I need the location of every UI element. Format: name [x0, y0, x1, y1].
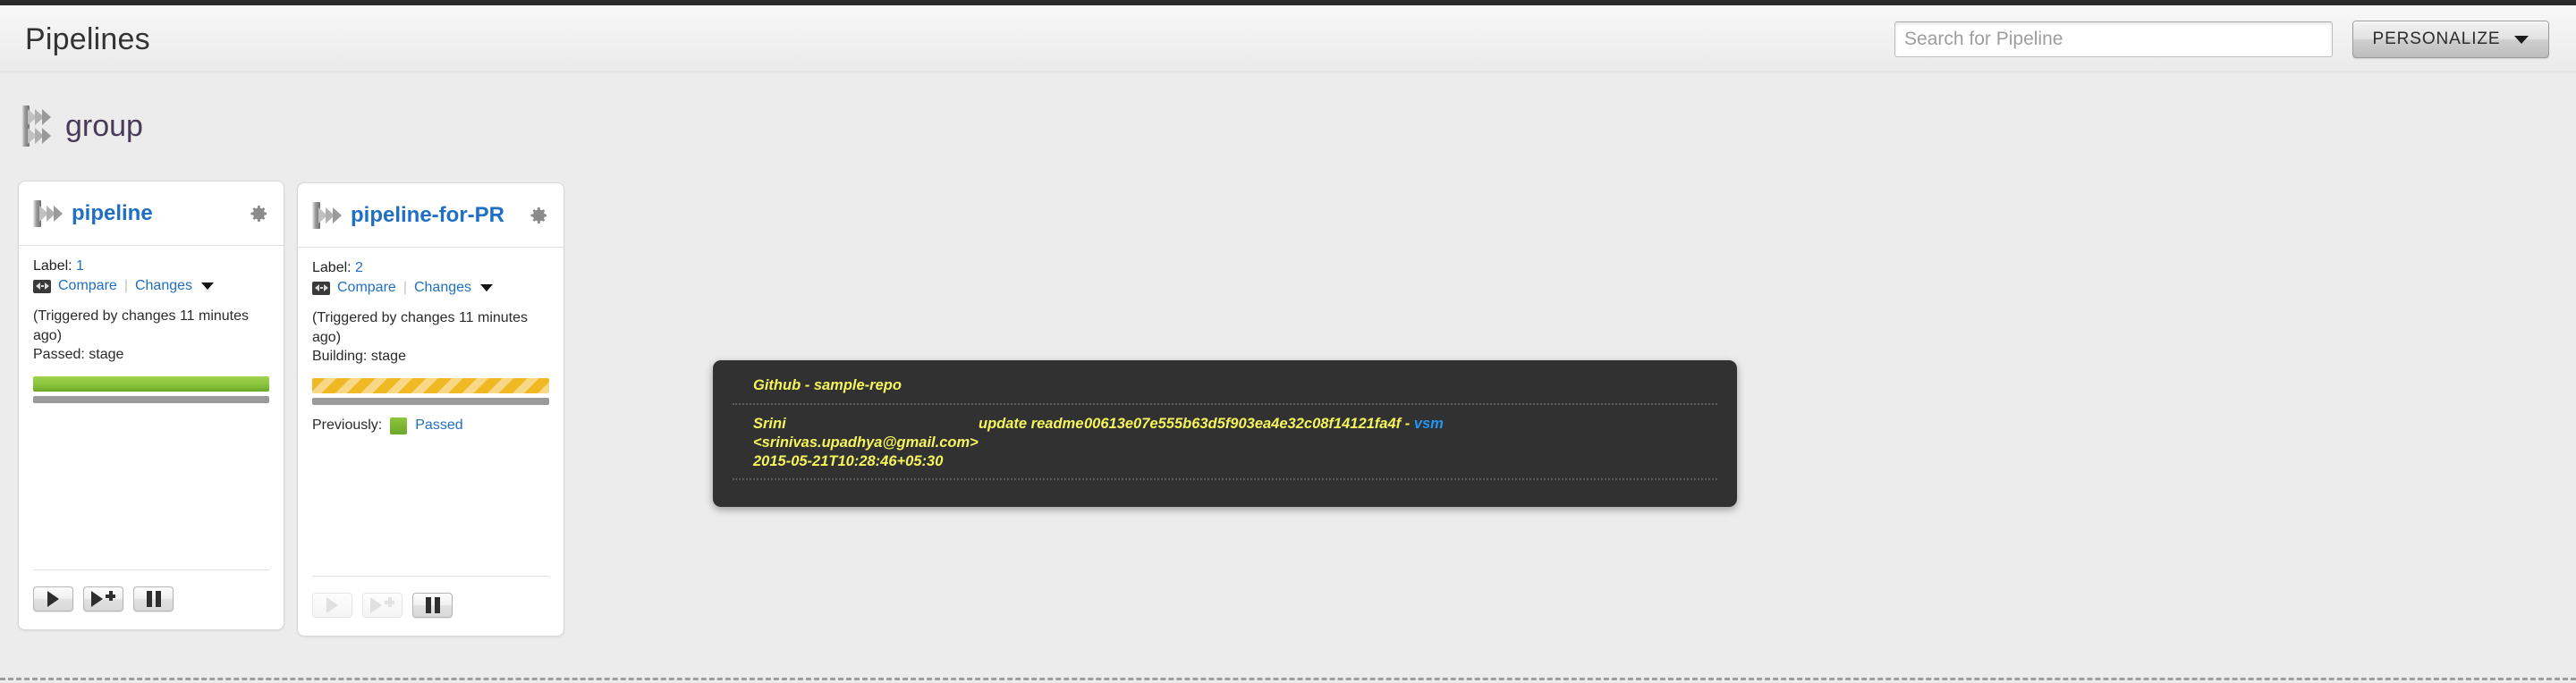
chevron-down-icon[interactable]	[480, 284, 494, 291]
trigger-with-options-button[interactable]	[83, 586, 123, 611]
pipeline-card: pipeline Label: 1 Compare | Changes (Tri…	[18, 181, 284, 630]
pipeline-stage-bars	[312, 377, 549, 405]
pipeline-card-actions	[312, 576, 549, 618]
tooltip-author: Srini <srinivas.upadhya@gmail.com>	[753, 416, 979, 451]
link-separator: |	[402, 280, 407, 295]
play-icon	[370, 597, 382, 613]
previous-status-link[interactable]: Passed	[415, 417, 462, 434]
pipeline-group-icon	[21, 105, 51, 147]
compare-link[interactable]: Compare	[337, 280, 396, 296]
pipeline-status-text: Passed: stage	[33, 347, 124, 363]
tooltip-vsm-link[interactable]: vsm	[1414, 416, 1444, 432]
tooltip-comment: update readme	[979, 416, 1084, 432]
pipeline-card-actions	[33, 569, 269, 611]
tooltip-timestamp: 2015-05-21T10:28:46+05:30	[753, 453, 944, 470]
pipeline-group-name: group	[65, 108, 143, 143]
tooltip-modification-row: Srini <srinivas.upadhya@gmail.com> 2015-…	[733, 405, 1717, 478]
pipeline-label-line: Label: 2	[312, 260, 549, 276]
pipeline-card: pipeline-for-PR Label: 2 Compare | Chang…	[297, 182, 564, 637]
pipeline-links-line: Compare | Changes	[312, 280, 549, 296]
page-footer-rule	[0, 678, 2576, 683]
tooltip-material-name: Github - sample-repo	[753, 377, 902, 393]
plus-icon	[106, 591, 115, 601]
top-bar: Pipelines PERSONALIZE	[0, 0, 2576, 73]
compare-icon	[33, 279, 51, 293]
pipeline-trigger-text: (Triggered by changes 11 minutes ago)	[33, 308, 250, 343]
pipeline-card-body: Label: 1 Compare | Changes (Triggered by…	[19, 246, 284, 403]
pipeline-stage-bars	[33, 375, 269, 403]
stage-bar-secondary[interactable]	[312, 397, 549, 405]
pause-button[interactable]	[412, 593, 453, 618]
pipeline-card-body: Label: 2 Compare | Changes (Triggered by…	[298, 248, 564, 434]
page-title: Pipelines	[25, 22, 150, 56]
previously-line: Previously: Passed	[312, 417, 549, 434]
pipeline-status-text: Building: stage	[312, 349, 406, 365]
pipeline-icon	[312, 201, 342, 229]
pipeline-label-line: Label: 1	[33, 258, 269, 274]
chevron-down-icon	[2514, 35, 2529, 44]
pause-icon	[146, 591, 161, 607]
pipeline-icon	[33, 199, 63, 227]
previous-status-swatch	[390, 417, 408, 434]
compare-link[interactable]: Compare	[58, 278, 117, 294]
stage-bar-passed[interactable]	[33, 375, 269, 392]
stage-bar-secondary[interactable]	[33, 395, 269, 403]
pipeline-name-link[interactable]: pipeline-for-PR	[351, 203, 504, 228]
pipeline-group-header: group	[21, 105, 143, 147]
compare-icon	[312, 281, 330, 295]
trigger-button[interactable]	[33, 586, 73, 611]
pipeline-label-value[interactable]: 1	[76, 258, 84, 274]
plus-icon	[385, 597, 394, 607]
play-icon	[326, 597, 338, 613]
pipeline-card-header: pipeline-for-PR	[298, 183, 564, 248]
trigger-button	[312, 593, 352, 618]
stage-bar-building[interactable]	[312, 377, 549, 393]
tooltip-revision-cell: 00613e07e555b63d5f903ea4e32c08f14121fa4f…	[1084, 415, 1717, 471]
gear-icon[interactable]	[248, 203, 269, 224]
play-icon	[47, 591, 59, 607]
link-separator: |	[123, 278, 128, 293]
gear-icon[interactable]	[528, 205, 549, 226]
pipeline-links-line: Compare | Changes	[33, 278, 269, 294]
pipeline-trigger-text: (Triggered by changes 11 minutes ago)	[312, 310, 529, 345]
tooltip-revision: 00613e07e555b63d5f903ea4e32c08f14121fa4f…	[1084, 416, 1414, 432]
pipeline-label-prefix: Label:	[312, 260, 352, 275]
pipeline-label-value[interactable]: 2	[355, 260, 363, 275]
pipeline-card-header: pipeline	[19, 181, 284, 246]
changes-link[interactable]: Changes	[135, 278, 192, 294]
trigger-with-options-button	[362, 593, 402, 618]
previously-label: Previously:	[312, 417, 383, 434]
pipeline-name-link[interactable]: pipeline	[72, 201, 153, 226]
tooltip-author-cell: Srini <srinivas.upadhya@gmail.com> 2015-…	[753, 415, 979, 471]
changes-tooltip: Github - sample-repo Srini <srinivas.upa…	[713, 360, 1737, 507]
pause-icon	[425, 597, 440, 613]
pipeline-label-prefix: Label:	[33, 258, 72, 274]
pause-button[interactable]	[133, 586, 174, 611]
tooltip-divider	[733, 478, 1717, 481]
search-input[interactable]	[1894, 21, 2333, 57]
personalize-button[interactable]: PERSONALIZE	[2352, 21, 2549, 58]
chevron-down-icon[interactable]	[201, 282, 215, 290]
changes-link[interactable]: Changes	[414, 280, 471, 296]
play-icon	[91, 591, 103, 607]
personalize-button-label: PERSONALIZE	[2372, 30, 2501, 48]
